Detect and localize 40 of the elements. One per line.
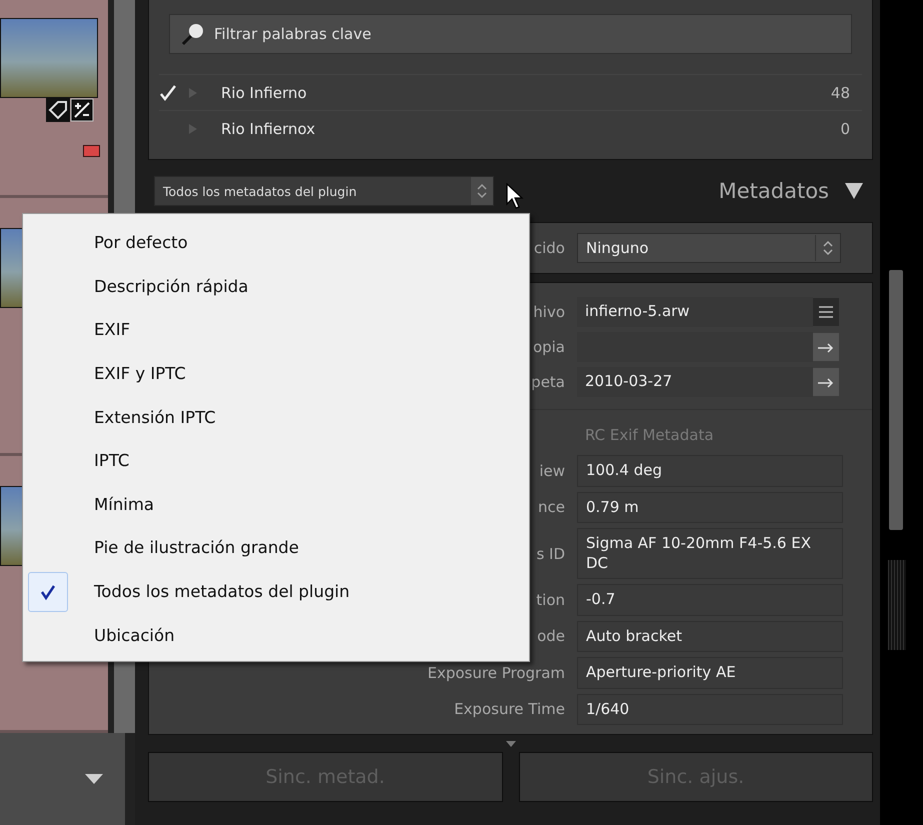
field-label: opia	[532, 338, 565, 356]
value-field: 1/640	[577, 694, 843, 725]
keyword-name: Rio Infierno	[221, 84, 308, 102]
value-field[interactable]: 2010-03-27	[577, 367, 813, 397]
value-field: -0.7	[577, 584, 843, 616]
field-label: hivo	[533, 303, 565, 321]
menu-item[interactable]: EXIF	[23, 308, 529, 352]
value-field: 100.4 deg	[577, 455, 843, 486]
menu-item[interactable]: Por defecto	[23, 221, 529, 265]
menu-item[interactable]: Todos los metadatos del plugin	[23, 570, 529, 614]
menu-item[interactable]: Mínima	[23, 482, 529, 526]
value-field: Sigma AF 10-20mm F4-5.6 EX DC	[577, 528, 843, 579]
keyword-row[interactable]: Rio Infierno 48	[159, 74, 862, 110]
section-title: RC Exif Metadata	[584, 426, 714, 444]
menu-item[interactable]: EXIF y IPTC	[23, 352, 529, 396]
menu-item[interactable]: IPTC	[23, 438, 529, 483]
field-label: ode	[537, 627, 565, 646]
field-label: nce	[538, 498, 565, 516]
value-field: Auto bracket	[577, 620, 843, 652]
keyword-count: 0	[840, 120, 850, 138]
select-field[interactable]: Ninguno	[577, 233, 841, 263]
menu-item[interactable]: Descripción rápida	[23, 264, 529, 308]
menu-item[interactable]: Extensión IPTC	[23, 395, 529, 439]
value-field: Aperture-priority AE	[577, 657, 843, 688]
menu-item[interactable]: Pie de ilustración grande	[23, 526, 529, 570]
keyword-row[interactable]: Rio Infiernox 0	[159, 110, 862, 146]
keyword-count: 48	[830, 84, 850, 102]
field-label: peta	[531, 373, 565, 391]
value-field: 0.79 m	[577, 492, 843, 523]
field-label: cido	[534, 239, 565, 257]
preset-dropdown[interactable]: Todos los metadatos del plugin	[154, 176, 494, 206]
menu-item[interactable]: Ubicación	[23, 613, 529, 657]
keyword-filter-field[interactable]: Filtrar palabras clave	[169, 14, 852, 54]
field-label: Exposure Time	[454, 700, 565, 718]
field-label: tion	[536, 590, 565, 609]
value-field[interactable]: infierno-5.arw	[577, 297, 813, 327]
field-label: iew	[539, 462, 565, 480]
field-label: Exposure Program	[428, 664, 565, 682]
keyword-name: Rio Infiernox	[221, 120, 316, 138]
field-label: s ID	[536, 544, 565, 562]
